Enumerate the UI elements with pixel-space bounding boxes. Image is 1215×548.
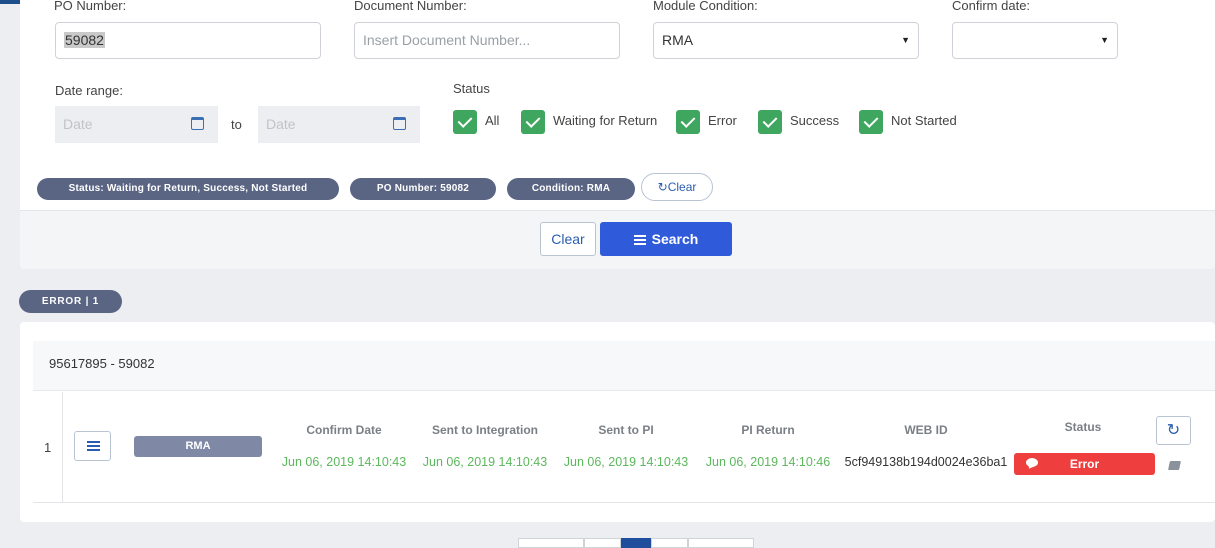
sent-to-integration-value: Jun 06, 2019 14:10:43	[422, 455, 548, 469]
search-button-label: Search	[651, 231, 699, 247]
module-condition-select[interactable]: RMA ▼	[653, 22, 919, 59]
sliders-icon	[633, 235, 646, 245]
active-filter-status-pill[interactable]: Status: Waiting for Return, Success, Not…	[37, 178, 339, 200]
date-range-to-label: to	[231, 117, 242, 132]
col-header-web-id: WEB ID	[904, 423, 948, 437]
results-panel: 95617895 - 59082 1 RMA Confirm Date Sent…	[20, 322, 1215, 522]
status-error-button[interactable]: Error	[1014, 453, 1155, 475]
calendar-icon[interactable]	[393, 117, 406, 130]
pagination-page[interactable]	[584, 538, 621, 548]
row-index: 1	[44, 440, 52, 455]
status-checkbox-not-started[interactable]: Not Started	[859, 109, 957, 134]
caret-down-icon: ▼	[1100, 35, 1109, 45]
status-checkbox-error[interactable]: Error	[676, 109, 737, 134]
list-icon	[87, 441, 100, 443]
check-icon	[758, 109, 782, 134]
col-header-status: Status	[1064, 420, 1102, 434]
date-from-input[interactable]: Date	[55, 106, 218, 143]
calendar-icon[interactable]	[191, 117, 204, 130]
pi-return-value: Jun 06, 2019 14:10:46	[705, 455, 831, 469]
retry-refresh-button[interactable]: ↻	[1156, 416, 1191, 445]
status-error-label: Error	[1069, 457, 1100, 471]
pagination-page-active[interactable]	[621, 538, 651, 548]
check-icon	[859, 109, 883, 134]
web-id-value: 5cf949138b194d0024e36ba1	[844, 455, 1008, 469]
document-number-input[interactable]: Insert Document Number...	[354, 22, 620, 59]
status-option-label: Success	[790, 113, 840, 128]
refresh-icon: ↻	[657, 180, 668, 194]
check-icon	[521, 109, 545, 134]
status-label: Status	[453, 81, 490, 96]
po-number-label: PO Number:	[54, 0, 127, 13]
date-to-input[interactable]: Date	[258, 106, 420, 143]
sent-to-pi-value: Jun 06, 2019 14:10:43	[563, 455, 689, 469]
module-condition-label: Module Condition:	[653, 0, 758, 13]
check-icon	[676, 109, 700, 134]
active-filter-po-number-pill[interactable]: PO Number: 59082	[350, 178, 496, 200]
col-header-pi-return: PI Return	[741, 423, 795, 437]
pagination-next[interactable]	[688, 538, 754, 548]
search-button[interactable]: Search	[600, 222, 732, 256]
module-condition-value: RMA	[662, 32, 694, 48]
filter-panel: PO Number: Document Number: Module Condi…	[20, 0, 1215, 269]
col-header-sent-to-integration: Sent to Integration	[432, 423, 538, 437]
caret-down-icon: ▼	[901, 35, 910, 45]
error-group-pill[interactable]: ERROR | 1	[19, 290, 122, 313]
check-icon	[453, 109, 477, 134]
book-icon[interactable]	[1168, 461, 1181, 470]
status-option-label: Waiting for Return	[553, 113, 658, 128]
pagination-page[interactable]	[651, 538, 688, 548]
comment-icon	[1026, 458, 1038, 467]
clear-filters-chip[interactable]: ↻Clear	[641, 173, 713, 201]
date-to-placeholder: Date	[266, 116, 296, 132]
status-option-label: All	[485, 113, 500, 128]
po-number-input[interactable]: 59082	[55, 22, 321, 59]
clear-button[interactable]: Clear	[540, 222, 596, 256]
active-filter-condition-pill[interactable]: Condition: RMA	[507, 178, 635, 200]
status-checkbox-all[interactable]: All	[453, 109, 500, 134]
status-checkbox-waiting-for-return[interactable]: Waiting for Return	[521, 109, 658, 134]
result-group-header: 95617895 - 59082	[33, 341, 1215, 391]
col-header-confirm-date: Confirm Date	[306, 423, 382, 437]
row-divider	[62, 392, 63, 502]
pagination-prev[interactable]	[518, 538, 584, 548]
status-option-label: Error	[708, 113, 737, 128]
details-list-button[interactable]	[74, 431, 111, 461]
module-type-badge: RMA	[134, 436, 262, 457]
confirm-date-value: Jun 06, 2019 14:10:43	[281, 455, 407, 469]
confirm-date-select[interactable]: ▼	[952, 22, 1118, 59]
clear-chip-label: Clear	[667, 180, 697, 194]
col-header-sent-to-pi: Sent to PI	[598, 423, 654, 437]
date-from-placeholder: Date	[63, 116, 93, 132]
table-row: 1 RMA Confirm Date Sent to Integration S…	[33, 392, 1215, 503]
confirm-date-label: Confirm date:	[952, 0, 1031, 13]
date-range-label: Date range:	[55, 83, 123, 98]
status-checkbox-success[interactable]: Success	[758, 109, 840, 134]
refresh-icon: ↻	[1166, 422, 1181, 439]
document-number-label: Document Number:	[354, 0, 467, 13]
status-option-label: Not Started	[891, 113, 957, 128]
